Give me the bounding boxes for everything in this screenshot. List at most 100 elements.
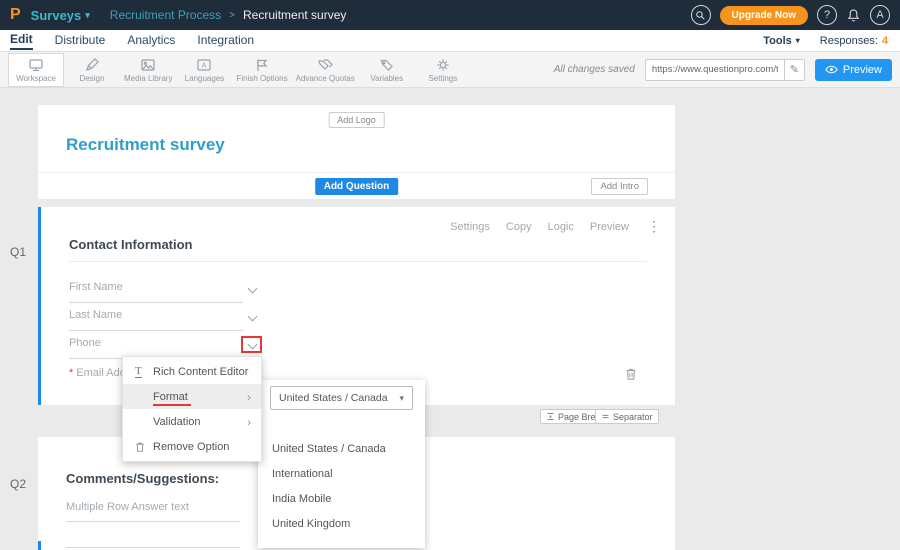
- search-icon: [695, 10, 706, 21]
- toolbar-item-media-library[interactable]: Media Library: [120, 53, 176, 87]
- search-button[interactable]: [691, 5, 711, 25]
- menu-item-label: Validation: [153, 416, 201, 428]
- toolbar-item-languages[interactable]: A Languages: [176, 53, 232, 87]
- answer-placeholder[interactable]: Multiple Row Answer text: [66, 501, 189, 513]
- tab-analytics[interactable]: Analytics: [127, 33, 175, 49]
- toolbar-item-label: Variables: [370, 74, 403, 83]
- toolbar-item-label: Media Library: [124, 74, 172, 83]
- delete-question-button[interactable]: [625, 367, 637, 386]
- rich-text-icon: T: [135, 365, 153, 378]
- question-title[interactable]: Contact Information: [69, 237, 193, 252]
- question-title[interactable]: Comments/Suggestions:: [66, 471, 219, 486]
- page-break-icon: [546, 412, 555, 421]
- format-option-united-kingdom[interactable]: United Kingdom: [258, 511, 425, 536]
- format-option-india-mobile[interactable]: India Mobile: [258, 486, 425, 511]
- toolbar-item-variables[interactable]: Variables: [359, 53, 415, 87]
- add-logo-button[interactable]: Add Logo: [328, 112, 385, 128]
- field-label: Phone: [69, 337, 101, 349]
- question-logic-action[interactable]: Logic: [548, 221, 574, 233]
- toolbar-item-settings[interactable]: Settings: [415, 53, 471, 87]
- responses-link[interactable]: Responses: 4: [820, 35, 888, 47]
- upgrade-now-button[interactable]: Upgrade Now: [720, 6, 808, 25]
- caret-down-icon: ▾: [399, 394, 404, 403]
- tab-edit[interactable]: Edit: [10, 32, 33, 50]
- questionpro-logo[interactable]: P: [10, 6, 21, 24]
- separator-icon: [601, 412, 610, 421]
- trash-icon: [625, 367, 637, 381]
- notifications-button[interactable]: [846, 8, 861, 23]
- toolbar-item-workspace[interactable]: Workspace: [8, 53, 64, 87]
- advance-quotas-icon: [317, 57, 333, 73]
- tab-integration[interactable]: Integration: [197, 33, 254, 49]
- selected-question-border-fragment: [38, 541, 41, 550]
- menu-item-label: Format: [153, 391, 188, 403]
- question-copy-action[interactable]: Copy: [506, 221, 532, 233]
- field-row-first-name[interactable]: First Name: [69, 281, 243, 303]
- toolbar-item-design[interactable]: Design: [64, 53, 120, 87]
- survey-url-box: ✎: [645, 59, 805, 81]
- workspace-icon: [28, 57, 44, 73]
- add-question-button[interactable]: Add Question: [315, 178, 399, 195]
- question-actions: Settings Copy Logic Preview ⋮: [450, 218, 661, 235]
- survey-header-card: Add Logo Recruitment survey: [38, 105, 675, 172]
- responses-count: 4: [882, 35, 888, 47]
- toolbar-item-label: Design: [80, 74, 105, 83]
- product-switcher[interactable]: Surveys ▾: [31, 8, 90, 23]
- format-selected-value: United States / Canada: [279, 392, 388, 404]
- breadcrumb-separator-icon: >: [229, 10, 235, 21]
- chevron-down-icon[interactable]: [248, 312, 258, 322]
- rich-text-glyph: T: [135, 365, 142, 378]
- question-divider: [69, 261, 647, 262]
- field-context-menu: T Rich Content Editor Format › Validatio…: [122, 356, 262, 462]
- separator-button[interactable]: Separator: [595, 409, 659, 424]
- tools-menu[interactable]: Tools ▾: [763, 35, 800, 47]
- answer-row-underline: [66, 521, 240, 522]
- survey-title[interactable]: Recruitment survey: [66, 135, 225, 155]
- survey-url-input[interactable]: [646, 64, 784, 75]
- format-option-international[interactable]: International: [258, 461, 425, 486]
- preview-label: Preview: [843, 64, 882, 76]
- finish-options-icon: [254, 57, 270, 73]
- tab-distribute[interactable]: Distribute: [55, 33, 106, 49]
- question-preview-action[interactable]: Preview: [590, 221, 629, 233]
- menu-item-format[interactable]: Format ›: [123, 384, 261, 409]
- eye-icon: [825, 65, 838, 74]
- required-asterisk: *: [69, 367, 73, 379]
- menu-item-rich-content-editor[interactable]: T Rich Content Editor: [123, 359, 261, 384]
- menu-item-validation[interactable]: Validation ›: [123, 409, 261, 434]
- editor-toolbar: Workspace Design Media Library A Languag…: [0, 52, 900, 88]
- avatar[interactable]: A: [870, 5, 890, 25]
- help-button[interactable]: ?: [817, 5, 837, 25]
- toolbar-item-finish-options[interactable]: Finish Options: [232, 53, 291, 87]
- toolbar-item-label: Advance Quotas: [296, 74, 355, 83]
- chevron-down-icon[interactable]: [248, 284, 258, 294]
- menu-item-remove-option[interactable]: Remove Option: [123, 434, 261, 459]
- field-label: First Name: [69, 281, 123, 293]
- caret-down-icon: ▾: [85, 11, 90, 20]
- kebab-menu-icon[interactable]: ⋮: [647, 218, 661, 235]
- question-settings-action[interactable]: Settings: [450, 221, 490, 233]
- toolbar-item-advance-quotas[interactable]: Advance Quotas: [292, 53, 359, 87]
- languages-icon: A: [196, 57, 212, 73]
- format-option-us-canada[interactable]: United States / Canada: [258, 436, 425, 461]
- responses-label: Responses:: [820, 35, 878, 47]
- questionpro-survey-editor: P Surveys ▾ Recruitment Process > Recrui…: [0, 0, 900, 550]
- toolbar-item-label: Settings: [428, 74, 457, 83]
- add-intro-button[interactable]: Add Intro: [591, 178, 648, 195]
- topbar: P Surveys ▾ Recruitment Process > Recrui…: [0, 0, 900, 30]
- bell-icon: [846, 8, 861, 23]
- field-row-last-name[interactable]: Last Name: [69, 309, 243, 331]
- field-label: Last Name: [69, 309, 122, 321]
- edit-url-button[interactable]: ✎: [784, 60, 804, 80]
- settings-gear-icon: [435, 57, 451, 73]
- preview-button[interactable]: Preview: [815, 59, 892, 81]
- format-select[interactable]: United States / Canada ▾: [270, 386, 413, 410]
- product-name: Surveys: [31, 8, 82, 23]
- chevron-down-icon[interactable]: [248, 340, 258, 350]
- save-status: All changes saved: [554, 64, 635, 75]
- breadcrumb: Recruitment Process > Recruitment survey: [110, 8, 347, 22]
- format-options-list: United States / Canada International Ind…: [258, 436, 425, 536]
- breadcrumb-parent-link[interactable]: Recruitment Process: [110, 8, 221, 22]
- question-number-q2: Q2: [10, 477, 26, 491]
- trash-icon: [135, 441, 153, 453]
